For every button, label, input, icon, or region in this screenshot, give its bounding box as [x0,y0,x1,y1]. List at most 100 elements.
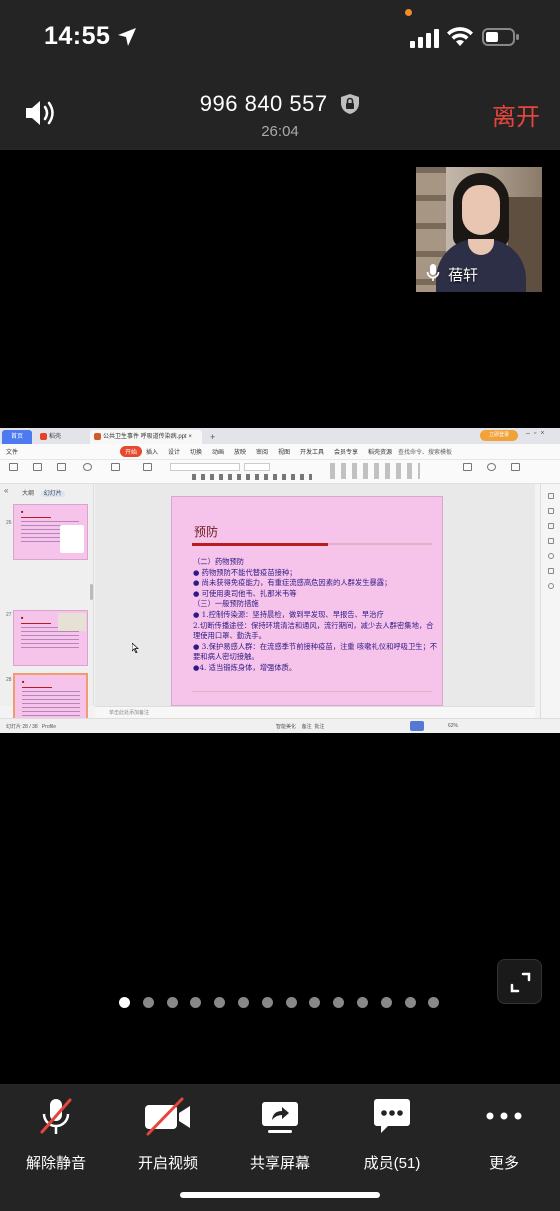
cut-button[interactable] [30,463,44,472]
page-dot[interactable] [380,997,392,1008]
page-dot[interactable] [309,997,321,1008]
menu-animation[interactable]: 动画 [212,447,224,456]
menu-insert[interactable]: 插入 [146,447,158,456]
meeting-id[interactable]: 996 840 557 [0,90,560,117]
menu-docer[interactable]: 稻壳资源 [368,447,392,456]
unmute-button[interactable]: 解除静音 [0,1096,112,1176]
share-icon[interactable] [547,568,554,574]
transition-icon[interactable] [547,538,554,544]
members-chat-icon [374,1099,410,1133]
more-button[interactable]: 更多 [448,1096,560,1176]
page-dot[interactable] [238,997,249,1008]
menu-member[interactable]: 会员专享 [334,447,358,456]
new-slide-button[interactable] [108,463,122,472]
slide-title-accent [192,543,328,546]
menu-view[interactable]: 视图 [278,447,290,456]
command-search[interactable]: 查找命令、搜索模板 [398,447,452,456]
members-button[interactable]: 成员(51) [336,1096,448,1176]
slide-thumbnail[interactable]: ■ [13,504,88,560]
collapse-panel-icon[interactable]: « [4,486,8,495]
window-controls[interactable]: –▫× [526,430,558,441]
page-dot[interactable] [142,997,154,1008]
slide-title: 预防 [194,525,219,539]
menu-home[interactable]: 开始 [120,446,143,457]
text-box-button[interactable] [460,463,474,472]
top-bar: 14:55 996 840 557 26:04 离开 [0,0,560,150]
start-video-button[interactable]: 开启视频 [112,1096,224,1176]
app-status-bar: 幻灯片 28 / 38 Profile 智能美化 备注 批注 62% [0,718,560,733]
meeting-id-text: 996 840 557 [199,91,328,117]
slide-canvas[interactable]: 预防 （二）药物预防 ● 药物预防不能代替疫苗接种； ● 尚未获得免疫能力，有重… [95,484,535,706]
share-screen-button[interactable]: 共享屏幕 [224,1096,336,1176]
mini-picture [58,613,86,631]
fullscreen-button[interactable] [497,959,542,1004]
tab-slides[interactable]: 幻灯片 [40,491,65,497]
tab-outline[interactable]: 大纲 [22,491,34,497]
slide-thumbnail[interactable]: ■ [13,610,88,666]
paragraph-buttons[interactable] [330,463,420,479]
page-dot-active[interactable] [119,997,130,1008]
right-tool-panel [540,484,560,718]
font-size-select[interactable] [244,463,270,471]
battery-icon [482,28,519,46]
menu-review[interactable]: 审阅 [256,447,268,456]
comments-toggle[interactable]: 批注 [314,724,324,730]
participant-video-thumbnail[interactable]: 蓓轩 [416,167,542,292]
location-icon[interactable] [547,583,554,589]
page-dot[interactable] [214,997,226,1008]
wifi-icon [447,27,473,46]
shape-button[interactable] [484,463,498,472]
notes-toggle[interactable]: 备注 [302,724,312,730]
shared-screen[interactable]: 首页 稻壳 公共卫生事件 呼吸道传染病.ppt × + 立即登录 –▫× 文件 … [0,428,560,733]
tab-document[interactable]: 公共卫生事件 呼吸道传染病.ppt × [90,430,202,444]
notes-field[interactable]: 单击此处添加备注 [95,706,535,718]
slide-footer-rule [192,691,432,692]
panel-scrollbar[interactable] [90,584,93,600]
font-name-select[interactable] [170,463,240,471]
style-icon[interactable] [547,508,554,514]
zoom-level[interactable]: 62% [448,723,458,729]
leave-button[interactable]: 离开 [492,97,540,132]
participant-name: 蓓轩 [448,267,479,284]
smart-beautify[interactable]: 智能美化 [276,724,296,730]
page-dot[interactable] [428,997,440,1008]
tab-wps[interactable]: 稻壳 [36,430,86,444]
arrange-button[interactable] [508,463,522,472]
page-dot[interactable] [285,997,297,1008]
members-label: 成员(51) [363,1155,421,1172]
menu-transition[interactable]: 切换 [190,447,202,456]
help-icon[interactable] [547,553,554,559]
mini-title: ■ [21,509,24,514]
property-icon[interactable] [547,493,554,499]
tab-home[interactable]: 首页 [2,430,32,444]
paste-button[interactable] [6,463,20,472]
slideshow-play-button[interactable] [410,721,424,731]
more-label: 更多 [488,1155,519,1172]
play-from-current-button[interactable] [80,463,94,472]
home-indicator[interactable] [180,1192,380,1198]
page-dot[interactable] [357,997,368,1008]
page-dot[interactable] [261,997,273,1008]
participant-face [462,185,500,235]
page-dot[interactable] [333,997,345,1008]
page-dot[interactable] [404,997,416,1008]
animation-icon[interactable] [547,523,554,529]
text-format-buttons[interactable] [192,474,312,480]
page-dot[interactable] [166,997,178,1008]
menu-developer[interactable]: 开发工具 [300,447,324,456]
panel-tabs: 大纲 幻灯片 [22,488,65,497]
slide-line: ● 3.保护易感人群：在流感季节前接种疫苗，注重 咳嗽礼仪和呼吸卫生；不要和病人… [193,641,438,662]
login-button[interactable]: 立即登录 [480,430,518,441]
menu-file[interactable]: 文件 [6,447,18,456]
menu-design[interactable]: 设计 [168,447,180,456]
slide-number: 28 [6,677,12,683]
format-painter-button[interactable] [54,463,68,472]
new-tab-button[interactable]: + [206,430,218,444]
ppt-file-icon [94,432,101,440]
current-slide[interactable]: 预防 （二）药物预防 ● 药物预防不能代替疫苗接种； ● 尚未获得免疫能力，有重… [171,496,443,706]
layout-button[interactable] [140,463,154,472]
theme-name: Profile [41,724,57,730]
page-dot[interactable] [190,997,202,1008]
shield-icon[interactable] [340,93,360,115]
menu-slideshow[interactable]: 放映 [234,447,246,456]
